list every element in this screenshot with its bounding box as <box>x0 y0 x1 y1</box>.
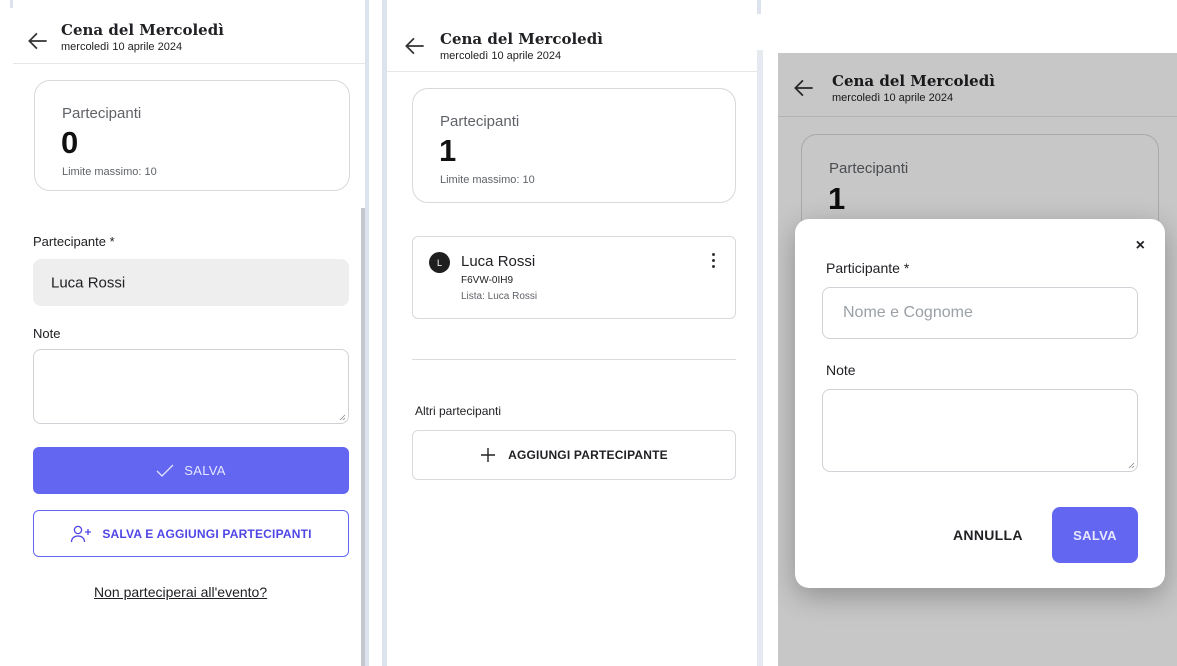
counter-limit: Limite massimo: 10 <box>440 174 535 186</box>
cancel-button[interactable]: ANNULLA <box>953 527 1023 543</box>
save-button[interactable]: SALVA <box>33 447 349 494</box>
screen-add-participant-dialog: Cena del Mercoledì mercoledì 10 aprile 2… <box>778 53 1177 666</box>
app-header: Cena del Mercoledì mercoledì 10 aprile 2… <box>387 20 757 72</box>
person-add-icon <box>71 525 92 542</box>
participant-name-value: Luca Rossi <box>51 274 126 291</box>
participant-list-name: Lista: Luca Rossi <box>461 291 538 302</box>
note-field-label: Note <box>826 362 856 378</box>
screen-participant-list: Cena del Mercoledì mercoledì 10 aprile 2… <box>387 0 757 666</box>
screen-separator <box>757 0 761 14</box>
screen-separator <box>365 0 369 666</box>
screen-participant-form: Cena del Mercoledì mercoledì 10 aprile 2… <box>13 0 365 666</box>
dialog-save-button[interactable]: SALVA <box>1052 507 1138 563</box>
participant-list-item[interactable]: L Luca Rossi F6VW-0IH9 Lista: Luca Rossi <box>412 236 736 319</box>
close-icon[interactable]: × <box>1136 237 1145 255</box>
decline-event-link[interactable]: Non parteciperai all'evento? <box>94 584 267 600</box>
counter-limit: Limite massimo: 10 <box>62 166 157 178</box>
participant-name-input[interactable]: Luca Rossi <box>33 259 349 306</box>
note-textarea[interactable] <box>33 349 349 424</box>
other-participants-label: Altri partecipanti <box>415 404 502 418</box>
note-textarea[interactable] <box>822 389 1138 472</box>
resize-handle-icon[interactable] <box>339 414 346 421</box>
save-and-add-button[interactable]: SALVA E AGGIUNGI PARTECIPANTI <box>33 510 349 557</box>
screen-separator <box>757 50 763 666</box>
counter-label: Partecipanti <box>62 105 142 122</box>
dialog-save-label: SALVA <box>1073 527 1117 543</box>
event-date: mercoledì 10 aprile 2024 <box>440 50 562 62</box>
participant-field-label: Partecipante * <box>33 234 115 249</box>
arrow-left-icon[interactable] <box>402 33 428 59</box>
plus-icon <box>481 448 496 462</box>
add-participant-label: AGGIUNGI PARTECIPANTE <box>508 448 668 462</box>
add-participant-button[interactable]: AGGIUNGI PARTECIPANTE <box>412 430 736 480</box>
participant-code: F6VW-0IH9 <box>461 275 514 286</box>
resize-handle-icon[interactable] <box>1128 462 1135 469</box>
save-button-label: SALVA <box>184 463 226 478</box>
counter-label: Partecipanti <box>440 113 520 130</box>
participant-name-input[interactable]: Nome e Cognome <box>822 287 1138 339</box>
participants-counter-card: Partecipanti 1 Limite massimo: 10 <box>412 88 736 203</box>
participants-counter-card: Partecipanti 0 Limite massimo: 10 <box>34 80 350 191</box>
note-field-label: Note <box>33 326 61 341</box>
check-icon <box>156 464 174 477</box>
app-header: Cena del Mercoledì mercoledì 10 aprile 2… <box>13 4 365 64</box>
participant-name-placeholder: Nome e Cognome <box>843 304 973 321</box>
save-and-add-label: SALVA E AGGIUNGI PARTECIPANTI <box>102 526 312 541</box>
counter-value: 0 <box>61 125 79 160</box>
counter-value: 1 <box>439 133 457 168</box>
avatar: L <box>429 252 450 273</box>
participant-name: Luca Rossi <box>461 253 536 270</box>
participant-field-label: Participante * <box>826 260 910 276</box>
more-vert-icon[interactable] <box>709 253 717 271</box>
scrollbar[interactable] <box>361 208 365 666</box>
page-title: Cena del Mercoledì <box>61 21 224 39</box>
arrow-left-icon[interactable] <box>25 28 51 54</box>
divider <box>412 359 736 360</box>
page-title: Cena del Mercoledì <box>440 30 603 48</box>
add-participant-dialog: × Participante * Nome e Cognome Note ANN… <box>795 219 1165 588</box>
event-date: mercoledì 10 aprile 2024 <box>61 41 183 53</box>
